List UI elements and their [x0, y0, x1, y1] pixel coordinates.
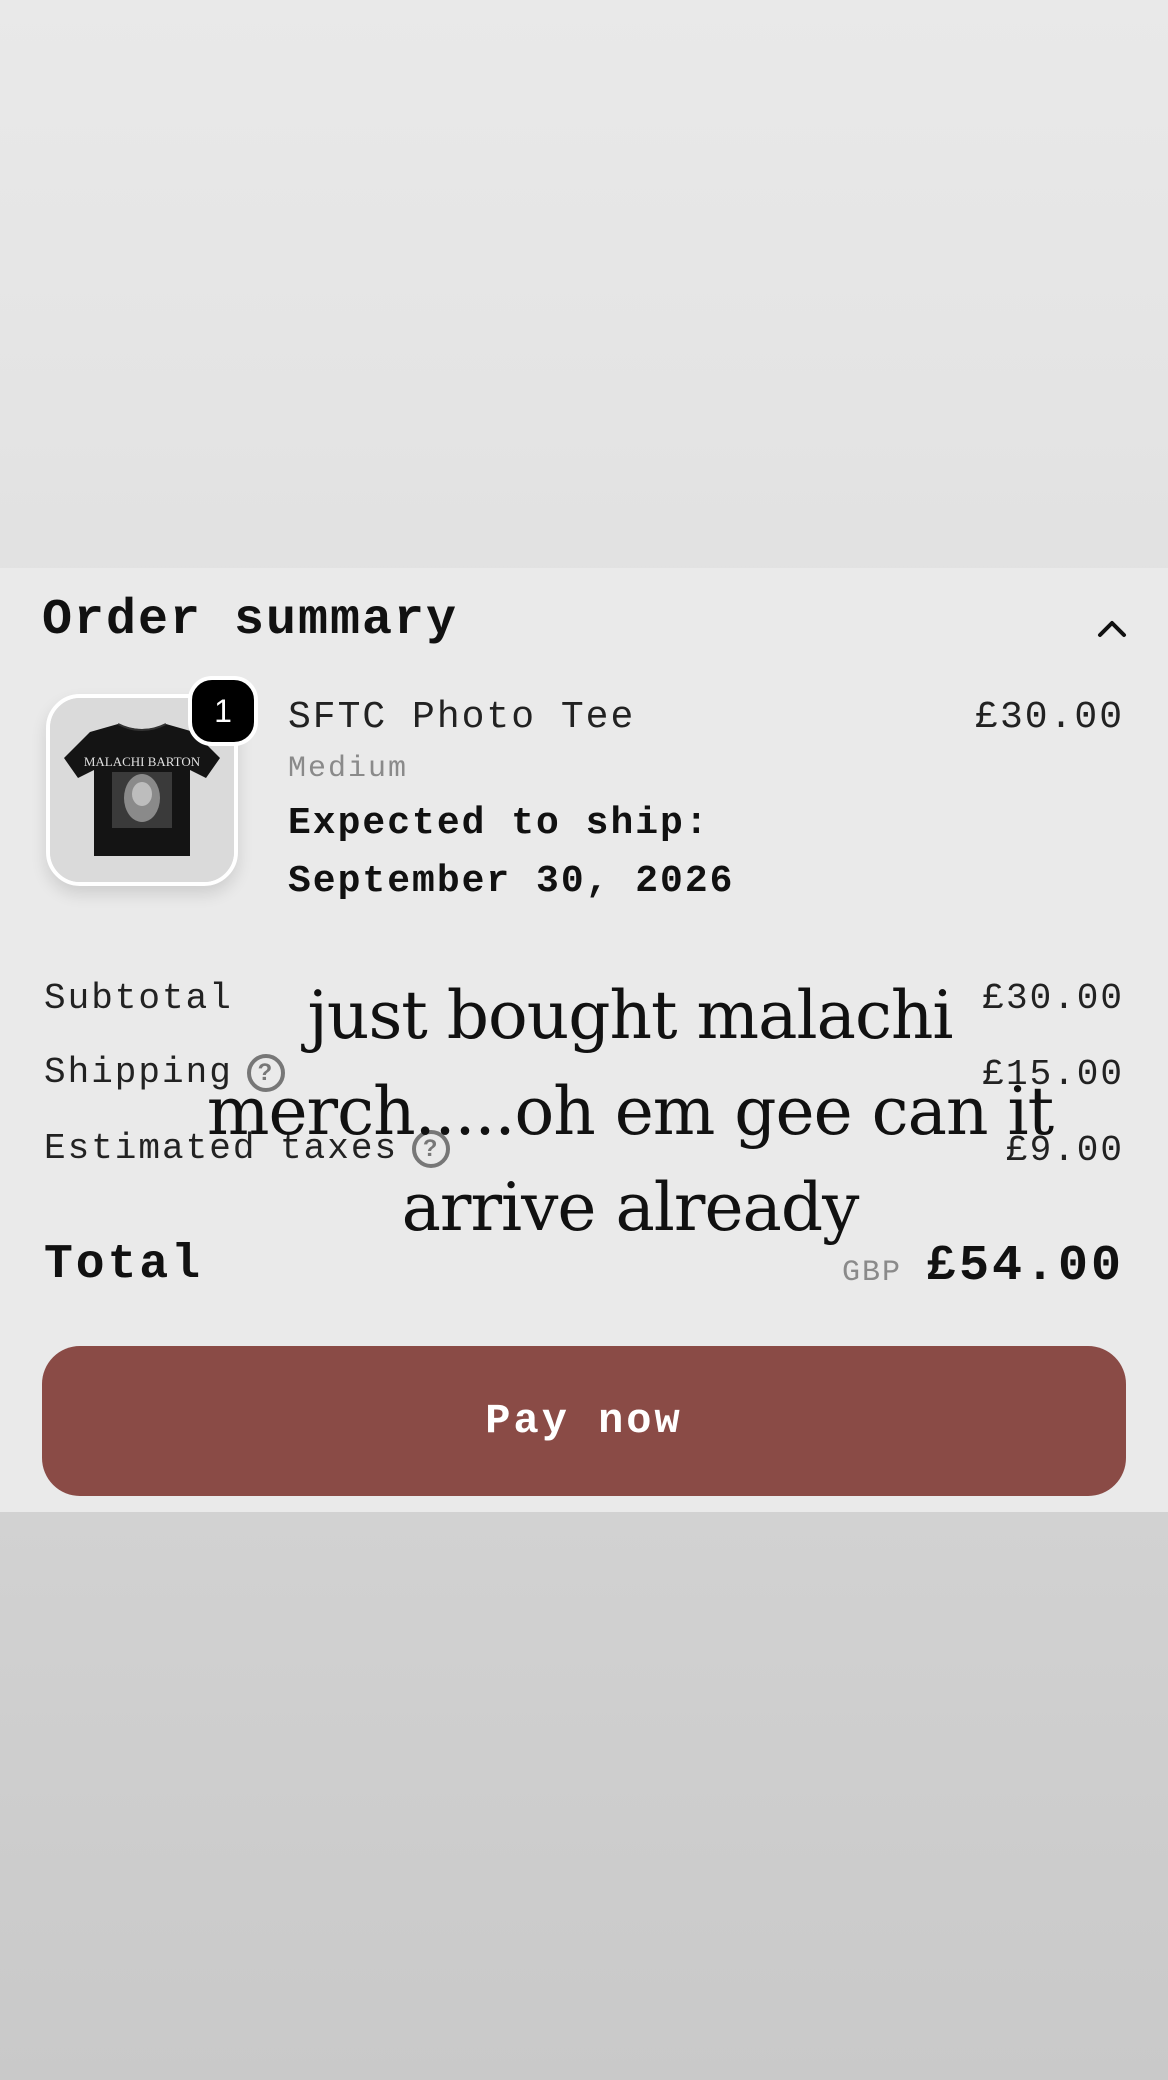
background-bottom — [0, 1512, 1168, 2080]
quantity-badge: 1 — [188, 676, 258, 746]
total-label: Total — [44, 1238, 204, 1292]
pay-now-button[interactable]: Pay now — [42, 1346, 1126, 1496]
ship-date: September 30, 2026 — [288, 860, 735, 903]
item-name: SFTC Photo Tee — [288, 696, 636, 739]
chevron-up-icon[interactable] — [1090, 606, 1134, 650]
background-top — [0, 0, 1168, 568]
tshirt-print-text: MALACHI BARTON — [84, 754, 201, 769]
item-variant: Medium — [288, 752, 409, 786]
order-summary-title: Order summary — [42, 592, 459, 649]
item-price: £30.00 — [975, 696, 1124, 739]
total-currency: GBP — [842, 1256, 903, 1290]
ship-label: Expected to ship: — [288, 802, 710, 845]
story-caption: just bought malachi merch.....oh em gee … — [206, 977, 1054, 1246]
